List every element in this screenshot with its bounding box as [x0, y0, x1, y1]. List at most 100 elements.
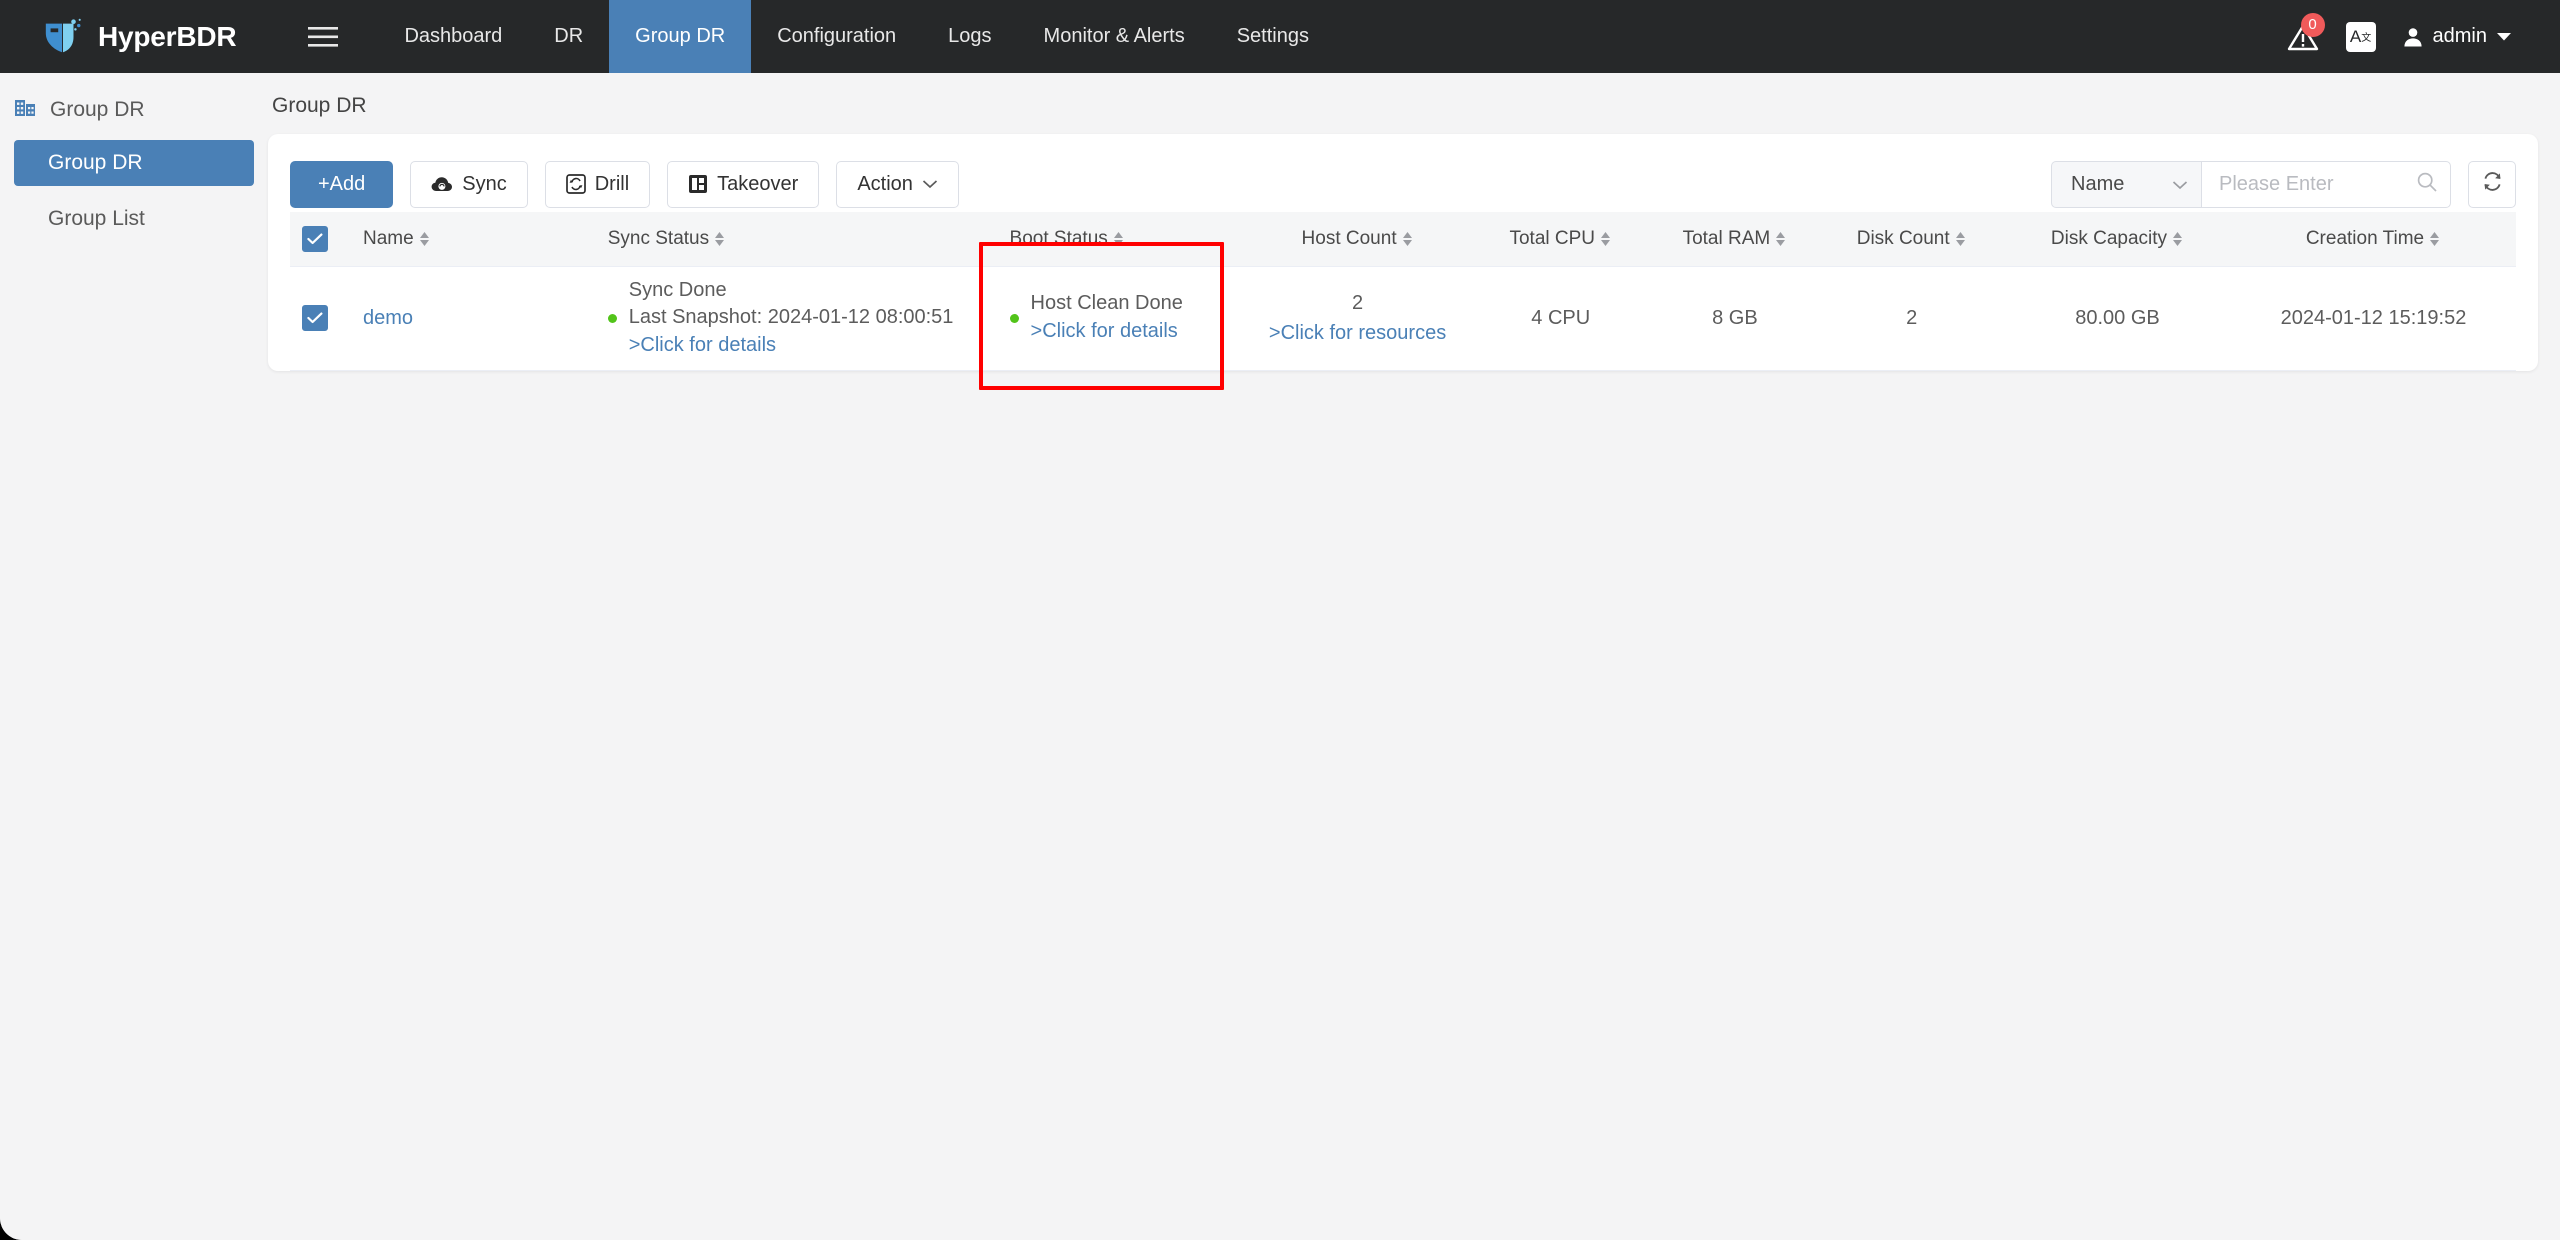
sidebar: Group DR Group DR Group List: [0, 73, 268, 1240]
sort-icon[interactable]: [1599, 229, 1612, 249]
user-name: admin: [2432, 25, 2487, 47]
row-creation-time-cell: 2024-01-12 15:19:52: [2230, 266, 2516, 371]
row-name-cell: demo: [346, 266, 590, 371]
nav-item-logs[interactable]: Logs: [922, 0, 1017, 73]
refresh-button[interactable]: [2468, 160, 2516, 208]
sort-icon[interactable]: [2171, 229, 2184, 249]
drill-button[interactable]: Drill: [544, 160, 651, 208]
search-field-value: Name: [2071, 172, 2125, 195]
sidebar-item-group-list[interactable]: Group List: [14, 196, 254, 242]
brand[interactable]: HyperBDR: [0, 0, 252, 73]
sync-last-snapshot: Last Snapshot: 2024-01-12 08:00:51: [628, 306, 954, 329]
takeover-button[interactable]: Takeover: [667, 160, 820, 208]
language-translate-icon[interactable]: A文: [2345, 21, 2376, 52]
search-group: Name: [2051, 160, 2451, 208]
nav-item-settings[interactable]: Settings: [1211, 0, 1335, 73]
boot-status-label: Host Clean Done: [1030, 292, 1183, 315]
takeover-button-label: Takeover: [717, 172, 799, 195]
header-name-label: Name: [362, 227, 414, 249]
header-total-cpu[interactable]: Total CPU: [1471, 212, 1651, 267]
row-disk-count-cell: 2: [1819, 266, 2005, 371]
alert-count-badge: 0: [2300, 12, 2325, 37]
header-host-count[interactable]: Host Count: [1244, 212, 1472, 267]
header-disk-capacity[interactable]: Disk Capacity: [2004, 212, 2231, 267]
chevron-down-icon: [922, 179, 938, 189]
action-dropdown-button[interactable]: Action: [836, 160, 959, 208]
hamburger-menu-icon[interactable]: [282, 0, 364, 73]
sync-status-dot: [607, 313, 617, 323]
header-boot-status-label: Boot Status: [1009, 227, 1108, 249]
main-content: Group DR +Add Sync Drill Takeover Action…: [268, 73, 2560, 1240]
nav-item-group-dr[interactable]: Group DR: [609, 0, 752, 73]
refresh-icon: [2481, 170, 2504, 198]
chevron-down-icon: [2497, 32, 2511, 40]
header-total-ram[interactable]: Total RAM: [1650, 212, 1820, 267]
table-header-row: Name Sync Status Boot Status Host Count …: [290, 212, 2516, 267]
header-creation-time-label: Creation Time: [2305, 227, 2425, 249]
top-navbar: HyperBDR Dashboard DR Group DR Configura…: [0, 0, 2560, 73]
chevron-down-icon: [2172, 173, 2188, 196]
drill-button-label: Drill: [594, 172, 630, 195]
row-checkbox[interactable]: [302, 305, 328, 331]
navbar-menu: Dashboard DR Group DR Configuration Logs…: [378, 0, 1335, 73]
row-select-cell: [290, 266, 347, 371]
header-disk-count[interactable]: Disk Count: [1819, 212, 2005, 267]
header-disk-count-label: Disk Count: [1856, 227, 1950, 249]
cloud-sync-icon: [431, 175, 453, 193]
header-sync-status-label: Sync Status: [607, 227, 710, 249]
nav-item-dr[interactable]: DR: [528, 0, 609, 73]
header-host-count-label: Host Count: [1301, 227, 1397, 249]
boot-details-link[interactable]: >Click for details: [1031, 318, 1183, 346]
host-count-value: 2: [1352, 292, 1364, 314]
nav-item-monitor-alerts[interactable]: Monitor & Alerts: [1018, 0, 1211, 73]
brand-name: HyperBDR: [98, 20, 237, 52]
sort-icon[interactable]: [1401, 229, 1414, 249]
sync-button[interactable]: Sync: [410, 160, 528, 208]
hyperbdr-logo-icon: [42, 16, 84, 58]
row-boot-status-cell: Host Clean Done >Click for details: [985, 266, 1245, 371]
action-button-label: Action: [857, 172, 913, 195]
boot-status-dot: [1009, 313, 1019, 323]
header-total-cpu-label: Total CPU: [1509, 227, 1595, 249]
user-menu[interactable]: admin: [2402, 25, 2512, 48]
header-creation-time[interactable]: Creation Time: [2230, 212, 2516, 267]
search-input[interactable]: [2219, 172, 2416, 196]
user-avatar-icon: [2403, 27, 2422, 46]
sort-icon[interactable]: [1112, 229, 1125, 249]
sync-details-link[interactable]: >Click for details: [629, 332, 954, 360]
group-dr-table: Name Sync Status Boot Status Host Count …: [290, 212, 2516, 371]
sidebar-header: Group DR: [0, 90, 268, 130]
search-field-select[interactable]: Name: [2051, 160, 2201, 208]
sort-icon[interactable]: [1954, 229, 1967, 249]
sync-status-content: Sync Done Last Snapshot: 2024-01-12 08:0…: [607, 277, 980, 360]
navbar-right-actions: 0 A文 admin: [2286, 0, 2560, 73]
header-name[interactable]: Name: [346, 212, 590, 267]
host-resources-link[interactable]: >Click for resources: [1250, 318, 1465, 348]
search-box: [2201, 160, 2451, 208]
row-sync-status-cell: Sync Done Last Snapshot: 2024-01-12 08:0…: [589, 266, 986, 371]
row-host-count-cell: 2 >Click for resources: [1244, 266, 1472, 371]
group-name-link[interactable]: demo: [363, 307, 413, 329]
table-body: demo Sync Done Last Snapshot: 2024-01-12…: [290, 266, 2516, 371]
sort-icon[interactable]: [1774, 229, 1787, 249]
nav-item-dashboard[interactable]: Dashboard: [378, 0, 528, 73]
sort-icon[interactable]: [418, 229, 431, 249]
select-all-checkbox[interactable]: [302, 225, 328, 252]
table-row[interactable]: demo Sync Done Last Snapshot: 2024-01-12…: [290, 266, 2516, 371]
nav-item-configuration[interactable]: Configuration: [751, 0, 922, 73]
header-boot-status[interactable]: Boot Status: [985, 212, 1245, 267]
sidebar-item-group-dr[interactable]: Group DR: [14, 140, 254, 186]
header-total-ram-label: Total RAM: [1682, 227, 1771, 249]
sync-status-label: Sync Done: [628, 278, 727, 301]
boot-status-content: Host Clean Done >Click for details: [1009, 290, 1239, 346]
alert-button[interactable]: 0: [2286, 12, 2325, 54]
sort-icon[interactable]: [713, 229, 726, 249]
sync-button-label: Sync: [462, 172, 507, 195]
add-button[interactable]: +Add: [290, 160, 394, 208]
sidebar-header-label: Group DR: [50, 98, 145, 121]
host-count-content: 2 >Click for resources: [1250, 288, 1465, 348]
sort-icon[interactable]: [2428, 229, 2441, 249]
search-icon[interactable]: [2416, 171, 2438, 198]
header-sync-status[interactable]: Sync Status: [589, 212, 986, 267]
server-takeover-icon: [688, 174, 708, 194]
